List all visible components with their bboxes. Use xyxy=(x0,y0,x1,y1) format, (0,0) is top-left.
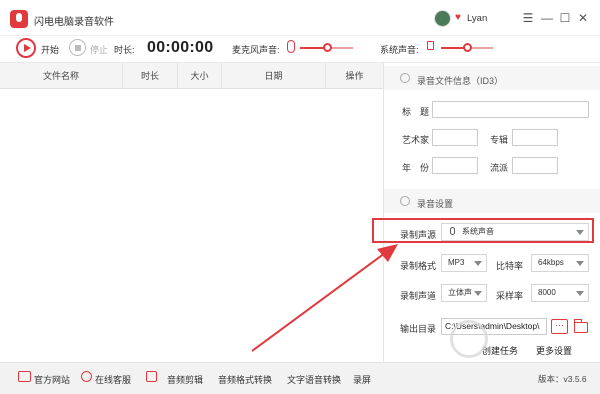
monitor-icon xyxy=(18,371,31,382)
customer-service-icon xyxy=(81,371,92,382)
scissors-icon xyxy=(146,371,157,382)
online-service-link[interactable]: 在线客服 xyxy=(95,373,131,386)
official-website-link[interactable]: 官方网站 xyxy=(34,373,70,386)
version-label: 版本：v3.5.6 xyxy=(538,374,587,384)
text-to-speech-link[interactable]: 文字语音转换 xyxy=(287,373,341,386)
bottom-bar: 官方网站 在线客服 音频剪辑 音频格式转换 文字语音转换 录屏 版本：v3.5.… xyxy=(0,362,600,394)
screen-record-link[interactable]: 录屏 xyxy=(353,373,371,386)
audio-cut-link[interactable]: 音频剪辑 xyxy=(167,373,203,386)
audio-format-convert-link[interactable]: 音频格式转换 xyxy=(218,373,272,386)
annotation-arrow xyxy=(251,244,398,352)
